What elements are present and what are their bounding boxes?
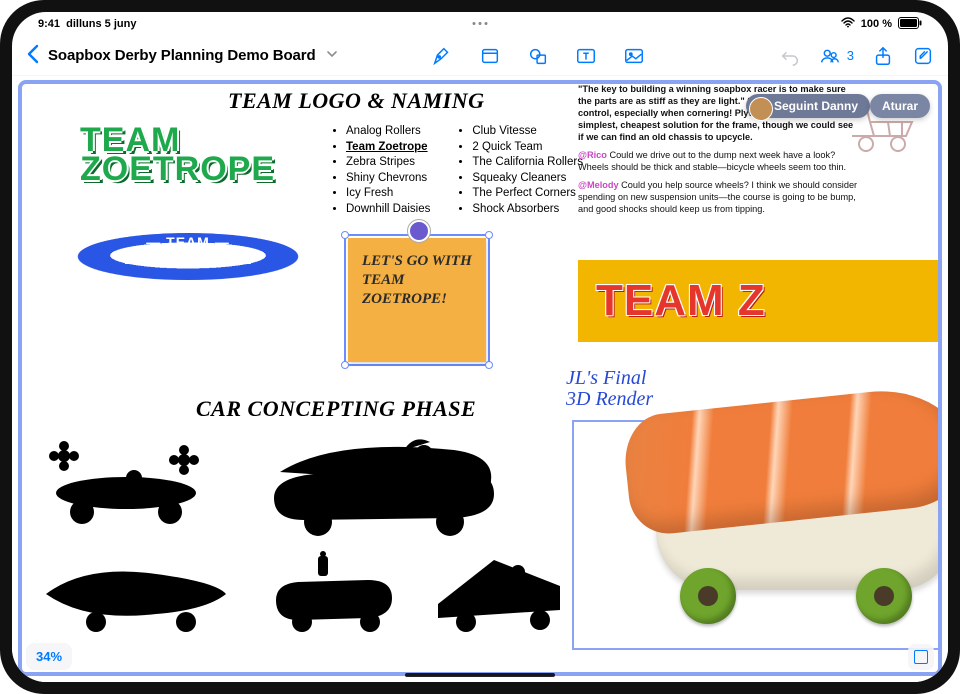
- logo1-line2: ZOETROPE: [80, 150, 275, 188]
- notes-rico: @Rico Could we drive out to the dump nex…: [578, 150, 858, 174]
- name-option: Shiny Chevrons: [346, 171, 430, 187]
- name-option: Shock Absorbers: [472, 202, 583, 218]
- sketch-flower-car: [36, 438, 216, 528]
- home-indicator[interactable]: [405, 673, 555, 677]
- team-logo-ring[interactable]: — TEAM — ZOOETROOPE: [78, 220, 298, 300]
- section-heading-logo: TEAM LOGO & NAMING: [228, 88, 485, 114]
- name-option: Club Vitesse: [472, 124, 583, 140]
- minimap-icon: [914, 650, 928, 664]
- status-left: 9:41 dilluns 5 juny: [38, 18, 136, 30]
- ring-text: — TEAM — ZOOETROOPE: [78, 234, 298, 269]
- render-wheel-right: [856, 568, 912, 624]
- collaborator-cursor-avatar: [408, 220, 430, 242]
- name-option: 2 Quick Team: [472, 140, 583, 156]
- share-button-icon[interactable]: [872, 45, 894, 67]
- ipad-frame: 9:41 dilluns 5 juny 100 % Soapbox Derby …: [0, 0, 960, 694]
- name-option: Squeaky Cleaners: [472, 171, 583, 187]
- sketch-cheese-car: [424, 546, 574, 634]
- undo-button[interactable]: [779, 45, 801, 67]
- sketch-sushi-car: [254, 428, 514, 538]
- pen-tool-icon[interactable]: [431, 45, 453, 67]
- back-button[interactable]: [26, 44, 40, 68]
- zoom-indicator[interactable]: 34%: [26, 643, 72, 670]
- name-option: The Perfect Corners: [472, 186, 583, 202]
- multitask-dots[interactable]: [473, 22, 488, 25]
- sticky-note[interactable]: LET'S GO WITH TEAM ZOETROPE!: [348, 238, 486, 362]
- ring-bottom: ZOOETROOPE: [78, 248, 298, 269]
- media-tool-icon[interactable]: [623, 45, 645, 67]
- text-tool-icon[interactable]: [575, 45, 597, 67]
- section-heading-concept: CAR CONCEPTING PHASE: [196, 396, 476, 422]
- car-sketches[interactable]: [36, 438, 576, 648]
- team-logo-yellow[interactable]: TEAM Z: [578, 260, 942, 342]
- status-date: dilluns 5 juny: [66, 18, 136, 30]
- battery-icon: [898, 17, 922, 32]
- name-option: Team Zoetrope: [346, 140, 430, 156]
- names-col1: Analog RollersTeam ZoetropeZebra Stripes…: [332, 124, 430, 217]
- sketch-fish-car: [36, 544, 236, 634]
- name-option: Icy Fresh: [346, 186, 430, 202]
- name-option: The California Rollers: [472, 155, 583, 171]
- sticky-note-tool-icon[interactable]: [479, 45, 501, 67]
- collaboration-icon[interactable]: [819, 45, 841, 67]
- render-wheel-left: [680, 568, 736, 624]
- collab-count[interactable]: 3: [847, 48, 854, 63]
- team-name-lists[interactable]: Analog RollersTeam ZoetropeZebra Stripes…: [332, 124, 583, 217]
- screen: 9:41 dilluns 5 juny 100 % Soapbox Derby …: [12, 12, 948, 682]
- name-option: Analog Rollers: [346, 124, 430, 140]
- minimap-button[interactable]: [908, 644, 934, 670]
- stop-following-button[interactable]: Aturar: [870, 94, 930, 118]
- sushi-car-render[interactable]: [626, 390, 942, 620]
- wifi-icon: [841, 17, 855, 31]
- canvas-area[interactable]: TEAM LOGO & NAMING CAR CONCEPTING PHASE …: [12, 76, 948, 682]
- edit-button-icon[interactable]: [912, 45, 934, 67]
- names-col2: Club Vitesse2 Quick TeamThe California R…: [458, 124, 583, 217]
- name-option: Downhill Daisies: [346, 202, 430, 218]
- shape-tool-icon[interactable]: [527, 45, 549, 67]
- team-logo-green[interactable]: TEAM ZOETROPE: [80, 126, 280, 184]
- app-toolbar: Soapbox Derby Planning Demo Board 3: [12, 36, 948, 76]
- board-title[interactable]: Soapbox Derby Planning Demo Board: [48, 47, 316, 64]
- notes-melody: @Melody Could you help source wheels? I …: [578, 180, 858, 216]
- status-right: 100 %: [841, 17, 922, 32]
- following-pill[interactable]: Seguint Danny: [746, 94, 870, 118]
- sketch-bottle-car: [258, 550, 408, 634]
- status-time: 9:41: [38, 18, 60, 30]
- battery-text: 100 %: [861, 18, 892, 30]
- name-option: Zebra Stripes: [346, 155, 430, 171]
- board-canvas[interactable]: TEAM LOGO & NAMING CAR CONCEPTING PHASE …: [18, 80, 942, 676]
